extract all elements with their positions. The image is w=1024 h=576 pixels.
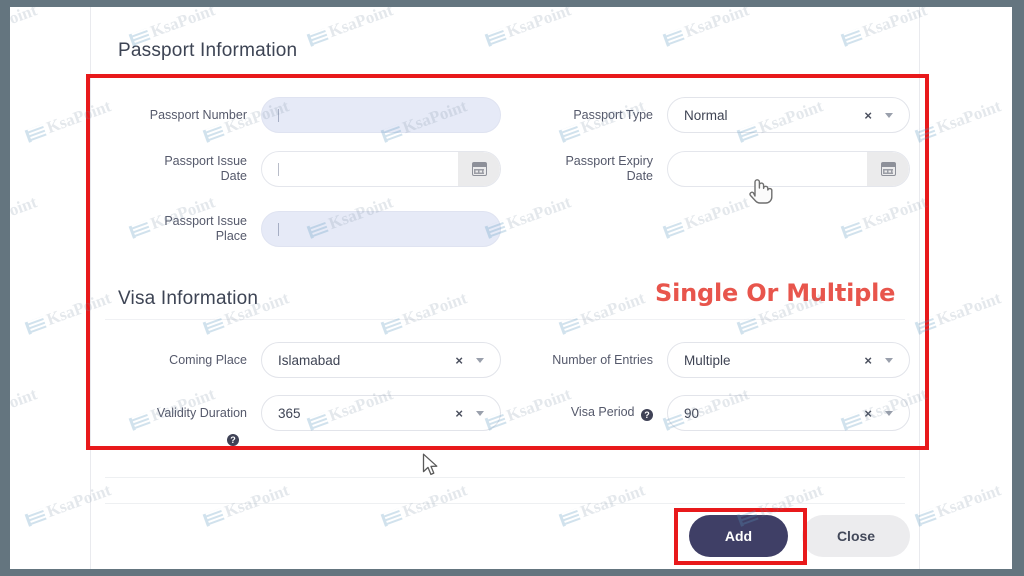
watermark-ksapoint: KsaPoint [913, 480, 1004, 529]
page-background: Passport Information Passport Number Pas… [10, 7, 1012, 569]
watermark-label: KsaPoint [933, 480, 1004, 522]
watermark-label: KsaPoint [10, 192, 40, 234]
clear-icon[interactable]: × [455, 407, 463, 420]
watermark-label: KsaPoint [10, 7, 40, 42]
footer-divider-top [105, 477, 905, 478]
watermark-logo-icon [24, 124, 47, 143]
label-line-2: Place [215, 229, 247, 243]
add-button[interactable]: Add [689, 515, 788, 557]
watermark-label: KsaPoint [933, 96, 1004, 138]
passport-type-select[interactable]: Normal × [667, 97, 910, 133]
passport-section-title: Passport Information [118, 40, 298, 61]
passport-issue-place-input[interactable] [261, 211, 501, 247]
field-row-passport-issue-date: Passport Issue Date [105, 147, 505, 191]
calendar-glyph [880, 162, 896, 176]
passport-issue-place-label: Passport Issue Place [105, 214, 261, 244]
field-row-number-of-entries: Number of Entries Multiple × [511, 338, 911, 382]
select-icon-group: × [455, 354, 484, 367]
label-line-1: Passport Expiry [565, 154, 653, 168]
passport-title-divider [105, 74, 905, 75]
coming-place-label: Coming Place [169, 352, 247, 367]
watermark-ksapoint: KsaPoint [913, 288, 1004, 337]
passport-issue-date-input[interactable] [261, 151, 501, 187]
watermark-ksapoint: KsaPoint [913, 96, 1004, 145]
visa-period-value: 90 [684, 405, 700, 421]
validity-duration-select[interactable]: 365 × [261, 395, 501, 431]
passport-issue-date-label: Passport Issue Date [105, 154, 261, 184]
annotation-single-or-multiple: Single Or Multiple [655, 279, 896, 307]
select-icon-group: × [864, 109, 893, 122]
footer-button-group: Add Close [689, 515, 910, 557]
help-icon[interactable]: ? [227, 432, 239, 447]
watermark-ksapoint: KsaPoint [10, 384, 40, 433]
field-row-passport-expiry-date: Passport Expiry Date [511, 147, 911, 191]
calendar-glyph [471, 162, 487, 176]
chevron-down-icon[interactable] [885, 410, 893, 416]
field-row-visa-period: Visa Period ? 90 × [511, 391, 911, 435]
coming-place-value: Islamabad [278, 352, 341, 368]
clear-icon[interactable]: × [864, 407, 872, 420]
watermark-logo-icon [24, 508, 47, 527]
visa-period-label: Visa Period ? [511, 405, 667, 422]
text-caret [278, 108, 279, 122]
select-icon-group: × [455, 407, 484, 420]
watermark-logo-icon [24, 316, 47, 335]
select-icon-group: × [864, 407, 893, 420]
passport-type-label: Passport Type [573, 107, 653, 122]
calendar-icon[interactable] [867, 152, 909, 186]
text-caret [278, 162, 279, 176]
help-glyph: ? [227, 433, 239, 446]
clear-icon[interactable]: × [455, 354, 463, 367]
help-icon[interactable]: ? [641, 407, 653, 422]
arrow-cursor [422, 453, 438, 476]
chevron-down-icon[interactable] [476, 410, 484, 416]
watermark-label: KsaPoint [10, 384, 40, 426]
visa-title-divider [105, 319, 905, 320]
passport-expiry-date-label: Passport Expiry Date [511, 154, 667, 184]
chevron-down-icon[interactable] [885, 112, 893, 118]
passport-number-input[interactable] [261, 97, 501, 133]
label-text: Visa Period [570, 404, 635, 419]
chevron-down-icon[interactable] [885, 357, 893, 363]
field-row-passport-number: Passport Number [105, 93, 505, 137]
coming-place-select[interactable]: Islamabad × [261, 342, 501, 378]
clear-icon[interactable]: × [864, 109, 872, 122]
field-row-passport-issue-place: Passport Issue Place [105, 207, 505, 251]
hand-cursor [749, 179, 773, 204]
select-icon-group: × [864, 354, 893, 367]
number-of-entries-label: Number of Entries [552, 352, 653, 367]
validity-duration-label: Validity Duration ? [105, 405, 261, 446]
label-line-1: Passport Issue [164, 154, 247, 168]
passport-type-value: Normal [684, 107, 728, 123]
chevron-down-icon[interactable] [476, 357, 484, 363]
watermark-label: KsaPoint [933, 288, 1004, 330]
watermark-ksapoint: KsaPoint [10, 7, 40, 50]
visa-section-title: Visa Information [118, 288, 259, 309]
clear-icon[interactable]: × [864, 354, 872, 367]
close-button[interactable]: Close [802, 515, 910, 557]
passport-number-label: Passport Number [149, 107, 247, 122]
field-row-coming-place: Coming Place Islamabad × [105, 338, 505, 382]
label-text: Validity Duration [156, 405, 247, 420]
validity-duration-value: 365 [278, 405, 301, 421]
help-glyph: ? [641, 408, 653, 421]
screen-frame: Passport Information Passport Number Pas… [0, 0, 1024, 576]
label-line-1: Passport Issue [164, 214, 247, 228]
passport-expiry-date-input[interactable] [667, 151, 910, 187]
footer-divider-bottom [105, 503, 905, 504]
label-line-2: Date [220, 169, 247, 183]
text-caret [278, 222, 279, 236]
calendar-icon[interactable] [458, 152, 500, 186]
label-line-2: Date [626, 169, 653, 183]
number-of-entries-select[interactable]: Multiple × [667, 342, 910, 378]
field-row-passport-type: Passport Type Normal × [511, 93, 911, 137]
visa-period-select[interactable]: 90 × [667, 395, 910, 431]
watermark-ksapoint: KsaPoint [10, 192, 40, 241]
number-of-entries-value: Multiple [684, 352, 731, 368]
field-row-validity-duration: Validity Duration ? 365 × [105, 391, 505, 446]
